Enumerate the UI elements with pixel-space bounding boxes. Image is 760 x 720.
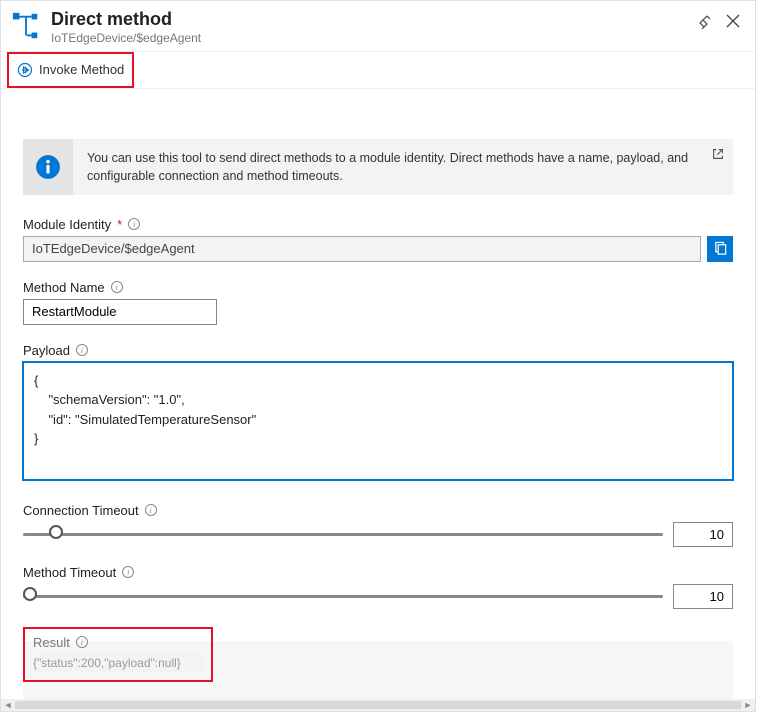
info-text: You can use this tool to send direct met… <box>73 139 703 195</box>
info-icon <box>23 139 73 195</box>
module-identity-label: Module Identity <box>23 217 111 232</box>
scroll-left-icon[interactable]: ◄ <box>1 699 15 711</box>
scroll-right-icon[interactable]: ► <box>741 699 755 711</box>
method-timeout-slider[interactable] <box>23 585 663 607</box>
invoke-method-button[interactable]: Invoke Method <box>7 52 134 88</box>
connection-timeout-value[interactable] <box>673 522 733 547</box>
required-asterisk: * <box>117 217 122 232</box>
payload-textarea[interactable] <box>23 362 733 480</box>
info-banner: You can use this tool to send direct met… <box>23 139 733 195</box>
horizontal-scrollbar[interactable]: ◄ ► <box>1 699 755 711</box>
method-timeout-row: Method Timeout i <box>23 565 733 609</box>
direct-method-panel: Direct method IoTEdgeDevice/$edgeAgent I… <box>0 0 756 712</box>
close-icon[interactable] <box>725 13 741 29</box>
info-tooltip-icon[interactable]: i <box>76 636 88 648</box>
toolbar: Invoke Method <box>1 51 755 89</box>
pin-icon[interactable] <box>697 13 713 29</box>
module-identity-input <box>23 236 701 262</box>
page-subtitle: IoTEdgeDevice/$edgeAgent <box>51 31 697 45</box>
info-tooltip-icon[interactable]: i <box>122 566 134 578</box>
result-output: {"status":200,"payload":null} <box>33 654 203 672</box>
connection-timeout-slider[interactable] <box>23 523 663 545</box>
info-tooltip-icon[interactable]: i <box>128 218 140 230</box>
method-name-input[interactable] <box>23 299 217 325</box>
page-title: Direct method <box>51 9 697 31</box>
slider-thumb[interactable] <box>49 525 63 539</box>
method-timeout-value[interactable] <box>673 584 733 609</box>
info-tooltip-icon[interactable]: i <box>76 344 88 356</box>
info-tooltip-icon[interactable]: i <box>145 504 157 516</box>
method-name-row: Method Name i <box>23 280 733 325</box>
slider-thumb[interactable] <box>23 587 37 601</box>
payload-label: Payload <box>23 343 70 358</box>
module-identity-row: Module Identity * i <box>23 217 733 262</box>
info-tooltip-icon[interactable]: i <box>111 281 123 293</box>
content-area: You can use this tool to send direct met… <box>1 89 755 711</box>
result-label: Result <box>33 635 70 650</box>
connection-timeout-label: Connection Timeout <box>23 503 139 518</box>
direct-method-icon <box>11 11 41 41</box>
invoke-icon <box>17 62 33 78</box>
copy-icon <box>713 241 728 256</box>
payload-row: Payload i <box>23 343 733 485</box>
panel-header: Direct method IoTEdgeDevice/$edgeAgent <box>1 1 755 51</box>
copy-button[interactable] <box>707 236 733 262</box>
result-block: Result i {"status":200,"payload":null} <box>23 627 213 682</box>
connection-timeout-row: Connection Timeout i <box>23 503 733 547</box>
invoke-method-label: Invoke Method <box>39 62 124 77</box>
method-name-label: Method Name <box>23 280 105 295</box>
method-timeout-label: Method Timeout <box>23 565 116 580</box>
open-external-icon[interactable] <box>703 139 733 195</box>
